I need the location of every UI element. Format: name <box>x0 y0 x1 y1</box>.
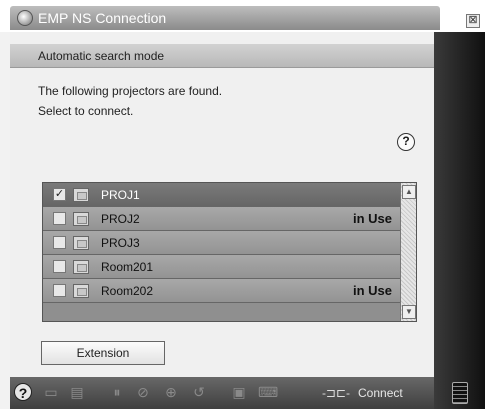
projector-icon <box>73 212 89 226</box>
list-scrollbar[interactable]: ▲ ▼ <box>400 183 416 321</box>
zoom-icon[interactable]: ⊕ <box>162 383 180 401</box>
message-line-2: Select to connect. <box>38 104 134 118</box>
mode-label: Automatic search mode <box>38 49 165 63</box>
toolbar: ? ▭ ▤ ⏸ ⊘ ⊕ ↺ ▣ ⌨ -⊐⊏- Connect <box>10 377 434 409</box>
mode-bar: Automatic search mode <box>10 44 434 68</box>
window-title-bar[interactable]: EMP NS Connection <box>10 6 440 30</box>
projector-row[interactable]: PROJ3 <box>43 231 400 255</box>
scroll-down-button[interactable]: ▼ <box>402 305 416 319</box>
document-icon[interactable]: ▤ <box>68 383 86 401</box>
side-decoration <box>434 32 485 409</box>
extension-button[interactable]: Extension <box>41 341 165 365</box>
projector-checkbox[interactable]: ✓ <box>53 188 66 201</box>
projector-row[interactable]: Room201 <box>43 255 400 279</box>
plug-icon: -⊐⊏- <box>321 386 351 400</box>
message-line-1: The following projectors are found. <box>38 84 223 98</box>
help-icon[interactable]: ? <box>397 133 415 151</box>
display-icon[interactable]: ▭ <box>42 383 60 401</box>
projector-checkbox[interactable] <box>53 212 66 225</box>
projector-name: Room202 <box>101 284 154 298</box>
projector-checkbox[interactable] <box>53 236 66 249</box>
projector-status: in Use <box>352 283 392 298</box>
freeze-icon[interactable]: ⊘ <box>134 383 152 401</box>
menu-bars-icon[interactable] <box>452 382 468 404</box>
title-bar: EMP NS Connection ⊠ <box>0 0 485 32</box>
keyboard-icon[interactable]: ⌨ <box>258 383 278 401</box>
projector-row[interactable]: PROJ2 in Use <box>43 207 400 231</box>
projector-icon <box>73 284 89 298</box>
connect-label: Connect <box>358 386 403 400</box>
projector-list: ✓ PROJ1 PROJ2 in Use PROJ3 Room201 Room2 <box>42 182 417 322</box>
projector-row[interactable]: ✓ PROJ1 <box>43 183 400 207</box>
projector-icon <box>73 236 89 250</box>
av-mute-icon[interactable]: ▣ <box>230 383 248 401</box>
projector-name: PROJ3 <box>101 236 140 250</box>
projector-name: Room201 <box>101 260 154 274</box>
connect-button[interactable]: -⊐⊏- Connect <box>320 383 416 403</box>
rotate-icon[interactable]: ↺ <box>190 383 208 401</box>
pause-icon[interactable]: ⏸ <box>108 383 126 401</box>
projector-icon <box>73 188 89 202</box>
projector-icon <box>73 260 89 274</box>
window-title: EMP NS Connection <box>38 10 167 26</box>
projector-row[interactable]: Room202 in Use <box>43 279 400 303</box>
projector-status: in Use <box>352 211 392 226</box>
help-icon[interactable]: ? <box>14 383 32 401</box>
app-window: EMP NS Connection ⊠ Automatic search mod… <box>0 0 485 409</box>
projector-name: PROJ2 <box>101 212 140 226</box>
projector-checkbox[interactable] <box>53 284 66 297</box>
app-logo-icon <box>17 10 33 26</box>
projector-checkbox[interactable] <box>53 260 66 273</box>
close-button[interactable]: ⊠ <box>466 14 480 28</box>
projector-name: PROJ1 <box>101 188 140 202</box>
scroll-up-button[interactable]: ▲ <box>402 185 416 199</box>
